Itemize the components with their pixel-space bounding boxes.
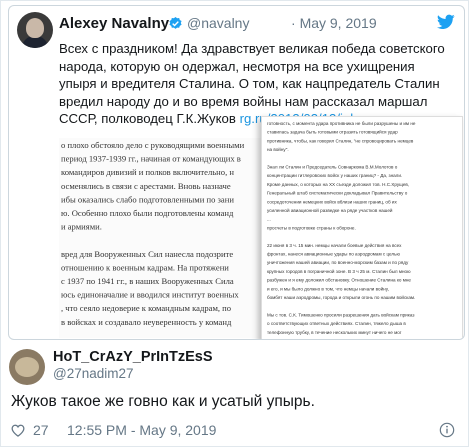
scan-text-line: крупных городов в пограничной зоне. В 3 … [267,268,411,274]
scan-text-line: телефонную трубку, в течение нескольких … [267,330,402,335]
scan-text-line: и его, и мы было должно в том, что немцы… [267,285,389,291]
document-scan-right: готовность, с момента удара противника н… [267,121,416,335]
scan-text-line: с 1937 по 1941 гг., в наших Вооруженных … [61,276,234,286]
heart-icon[interactable] [11,424,25,437]
avatar[interactable] [17,12,53,48]
scan-text-line: разбужен и я ему доложил обстановку. Отн… [267,278,411,283]
author-name[interactable]: Alexey Navalny [59,15,169,32]
scan-text-line: сосредоточении немецких войск вблизи наш… [267,198,397,204]
scan-text-line: усиленной авиационной разведке на ряде у… [267,207,393,213]
tweet-image-right[interactable]: готовность, с момента удара противника н… [261,116,463,339]
document-scan-left: о плохо обстояло дело с руководящими вое… [61,140,245,327]
scan-text-line: ю. Особенно плохо были подготовлены кома… [61,208,234,218]
reply-avatar[interactable] [9,349,45,385]
reply-author-name[interactable]: HoT_CrAzY_PrInTzEsS [53,349,213,365]
scan-text-line: , что сеяло недоверие к командным кадрам… [61,303,231,313]
scan-text-line: Знал ли Сталин и Председатель Совнаркома… [267,165,398,170]
info-icon[interactable] [439,422,455,438]
verified-badge-icon [169,16,182,29]
scan-text-line: на войну". [267,146,289,152]
scan-text-line: Кроме данных, о которых на XX съезде дол… [267,182,409,187]
scan-text-line: 22 июня в 3 ч. 15 мин. немцы начали боев… [267,242,402,248]
tweet-card: Alexey Navalny @navalny · May 9, 2019 Вс… [0,0,469,447]
scan-text-line: Генеральный штаб систематически докладыв… [267,190,408,196]
scan-text-line: фронтах, нанеся авиационные удары по аэр… [267,252,401,257]
quoted-tweet[interactable]: Alexey Navalny @navalny · May 9, 2019 Вс… [8,5,465,340]
tweet-date[interactable]: · May 9, 2019 [291,15,377,31]
twitter-bird-icon[interactable] [437,14,455,30]
scan-text-line: осменялись в связи с арестами. Вновь наз… [61,181,231,191]
scan-text-line: концентрации гитлеровских войск у наших … [267,172,402,178]
scan-text-line: готовность, с момента удара противника н… [267,121,416,126]
scan-text-line: противника, чтобы, как говорил Сталин, "… [267,138,414,143]
scan-text-line: период 1937-1939 гг., начиная от команду… [61,154,241,164]
reply-footer: 27 12:55 PM - May 9, 2019 [11,421,461,441]
scan-text-line: о плохо обстояло дело с руководящими вое… [61,140,245,150]
scan-text-line: и армиями. [61,222,102,232]
scan-text-line: Мы с тов. С.К. Тимошенко просили разреше… [267,311,414,317]
scan-text-line: командиров дивизий и полков включительно… [61,167,234,177]
scan-text-line: о соответствующих ответных действиях. Ст… [267,320,406,326]
scan-text-line: в войсках и создавало неуверенность у ко… [61,317,232,327]
scan-text-line: ставилась задача быть готовыми отразить … [267,129,398,135]
tweet-image-left[interactable]: о плохо обстояло дело с руководящими вое… [59,138,275,338]
reply-timestamp[interactable]: 12:55 PM - May 9, 2019 [67,422,216,438]
reply-tweet-text: Жуков такое же говно как и усатый упырь. [11,393,315,410]
like-count[interactable]: 27 [33,422,49,438]
scan-text-line: вред для Вооруженных Сил нанесла подозри… [61,249,233,259]
scan-text-line: ... [267,217,271,222]
scan-text-line: уничтожения нашей авиации, по военно-мор… [267,259,409,265]
scan-text-line: ибы оказались слабо подготовленными по з… [61,194,234,204]
reply-author-handle[interactable]: @27nadim27 [53,366,134,381]
scan-text-line: бомбят наши аэродромы, города и открыли … [267,294,415,300]
scan-text-line: просчеты в подготовке страны к обороне. [267,225,356,230]
scan-text-line: юсь единоначалие и вводился институт вое… [61,290,239,300]
scan-text-line: отношению к военным кадрам. На протяжени [61,262,229,272]
quoted-tweet-text: Всех с праздником! Да здравствует велика… [59,41,445,126]
author-handle[interactable]: @navalny [187,15,249,31]
